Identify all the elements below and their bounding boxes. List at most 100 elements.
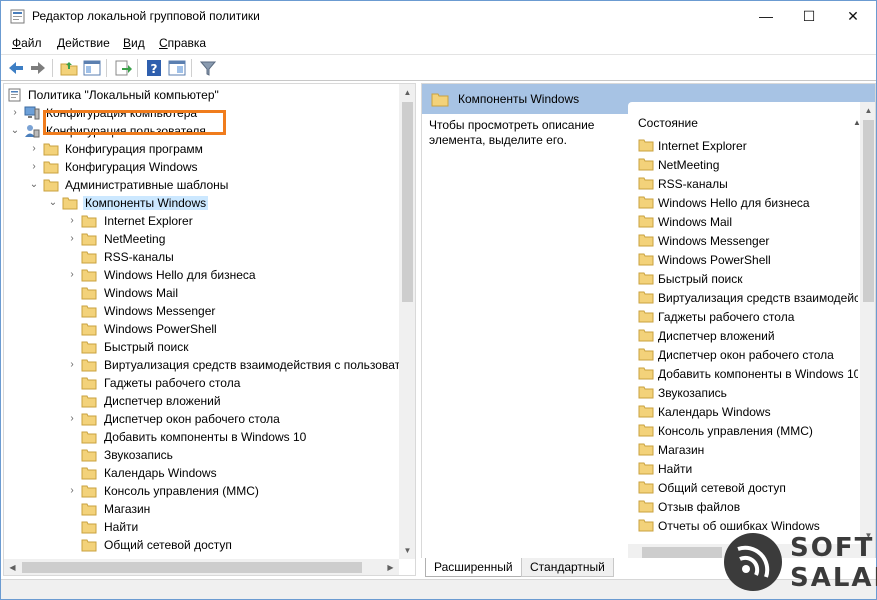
toolbar-separator [106,59,107,77]
menu-view[interactable]: Вид [123,36,145,50]
list-item[interactable]: Диспетчер окон рабочего стола [638,345,858,364]
chevron-down-icon[interactable]: ⌄ [10,125,20,137]
help-icon[interactable]: ? [144,58,164,78]
chevron-right-icon[interactable]: › [10,107,20,119]
list-item[interactable]: Отзыв файлов [638,497,858,516]
list-item[interactable]: Internet Explorer [638,136,858,155]
list-item[interactable]: Гаджеты рабочего стола [638,307,858,326]
scroll-right-arrow-icon[interactable]: ▶ [382,559,399,575]
show-hide-tree-icon[interactable] [82,58,102,78]
properties-view-icon[interactable] [167,58,187,78]
menu-file[interactable]: Файл [12,36,42,50]
filter-icon[interactable] [198,58,218,78]
chevron-right-icon[interactable]: › [67,485,77,497]
chevron-down-icon[interactable]: ⌄ [29,179,39,191]
list-item[interactable]: Виртуализация средств взаимодейст [638,288,858,307]
scroll-left-arrow-icon[interactable]: ◀ [4,559,21,575]
scroll-down-arrow-icon[interactable]: ▼ [399,542,415,559]
list-item[interactable]: Windows PowerShell [638,250,858,269]
minimize-button[interactable]: — [744,1,788,31]
tree-item-child[interactable]: Звукозапись [4,446,400,464]
tree-horizontal-scrollbar[interactable]: ◀ ▶ [4,559,399,575]
list-item[interactable]: Windows Hello для бизнеса [638,193,858,212]
tree-item-child[interactable]: Календарь Windows [4,464,400,482]
tree-item-windows-config[interactable]: › Конфигурация Windows [4,158,400,176]
list-item[interactable]: Windows Mail [638,212,858,231]
tree-item-child[interactable]: Windows PowerShell [4,320,400,338]
scroll-up-arrow-icon[interactable]: ▲ [399,84,415,101]
tree-item-child[interactable]: Добавить компоненты в Windows 10 [4,428,400,446]
tree-scroll-thumb[interactable] [402,102,413,302]
list-item-label: Windows PowerShell [658,253,771,267]
watermark-salad: SALAD [790,563,877,593]
list-item[interactable]: Диспетчер вложений [638,326,858,345]
menu-action-hotkey: Д [57,36,66,50]
tree-vertical-scrollbar[interactable]: ▲ ▼ [399,84,415,559]
forward-arrow-icon[interactable] [28,58,48,78]
list-item[interactable]: Календарь Windows [638,402,858,421]
list-hscroll-thumb[interactable] [642,547,722,558]
list-vertical-scrollbar[interactable]: ▲ ▼ [860,102,875,544]
chevron-right-icon[interactable]: › [29,161,39,173]
tree-item-child[interactable]: Найти [4,518,400,536]
list-item[interactable]: Звукозапись [638,383,858,402]
list-item[interactable]: RSS-каналы [638,174,858,193]
list-item[interactable]: Добавить компоненты в Windows 10 [638,364,858,383]
back-arrow-icon[interactable] [6,58,26,78]
tree-hscroll-thumb[interactable] [22,562,362,573]
chevron-right-icon[interactable]: › [67,215,77,227]
folder-icon [81,394,97,408]
up-folder-icon[interactable] [59,58,79,78]
tree-item-child[interactable]: › Windows Hello для бизнеса [4,266,400,284]
tree-item-program-config[interactable]: › Конфигурация программ [4,140,400,158]
tree-item-child[interactable]: Быстрый поиск [4,338,400,356]
tree-item-child[interactable]: Общий сетевой доступ [4,536,400,554]
tree-item-admin-templates[interactable]: ⌄ Административные шаблоны [4,176,400,194]
tree-item-child[interactable]: Гаджеты рабочего стола [4,374,400,392]
tree-item-child[interactable]: › Диспетчер окон рабочего стола [4,410,400,428]
folder-icon [638,386,654,399]
chevron-right-icon[interactable]: › [67,359,77,371]
list-item[interactable]: Общий сетевой доступ [638,478,858,497]
chevron-right-icon[interactable]: › [67,413,77,425]
tree-item-child[interactable]: › Internet Explorer [4,212,400,230]
column-header-state[interactable]: Состояние [638,116,698,130]
chevron-right-icon[interactable]: › [67,233,77,245]
chevron-down-icon[interactable]: ⌄ [48,197,58,209]
list-item[interactable]: NetMeeting [638,155,858,174]
list-item-label: Найти [658,462,693,476]
folder-icon [81,484,97,498]
tree-pane: Политика "Локальный компьютер" › Конфигура… [3,83,416,576]
tree-item-child[interactable]: › Виртуализация средств взаимодействия с … [4,356,406,374]
list-item-label: Windows Messenger [658,234,770,248]
list-item[interactable]: Быстрый поиск [638,269,858,288]
maximize-button[interactable]: ☐ [787,1,831,31]
tree-item-child[interactable]: › Консоль управления (MMC) [4,482,400,500]
menu-action[interactable]: Действие [57,36,110,50]
tree-item-child[interactable]: Windows Messenger [4,302,400,320]
tree-item-label: Консоль управления (MMC) [104,484,259,498]
export-list-icon[interactable] [113,58,133,78]
scroll-up-arrow-icon[interactable]: ▲ [860,102,875,119]
chevron-right-icon[interactable]: › [67,269,77,281]
tab-standard[interactable]: Стандартный [521,558,614,577]
tree-item-root[interactable]: Политика "Локальный компьютер" [4,86,400,104]
list-item[interactable]: Найти [638,459,858,478]
list-item-label: Магазин [658,443,705,457]
list-item[interactable]: Магазин [638,440,858,459]
toolbar-separator [191,59,192,77]
menu-help[interactable]: Справка [159,36,206,50]
tree-item-child[interactable]: RSS-каналы [4,248,400,266]
tree-item-child[interactable]: › NetMeeting [4,230,400,248]
tree-item-windows-components[interactable]: ⌄ Компоненты Windows [4,194,400,212]
tree-item-child[interactable]: Windows Mail [4,284,400,302]
close-button[interactable]: ✕ [831,1,875,31]
tree-item-label: Политика "Локальный компьютер" [28,88,219,102]
list-scroll-thumb[interactable] [863,120,874,302]
tree-item-child[interactable]: Диспетчер вложений [4,392,400,410]
tree-item-child[interactable]: Магазин [4,500,400,518]
list-item[interactable]: Windows Messenger [638,231,858,250]
list-item[interactable]: Консоль управления (MMC) [638,421,858,440]
tab-extended[interactable]: Расширенный [425,558,522,577]
chevron-right-icon[interactable]: › [29,143,39,155]
